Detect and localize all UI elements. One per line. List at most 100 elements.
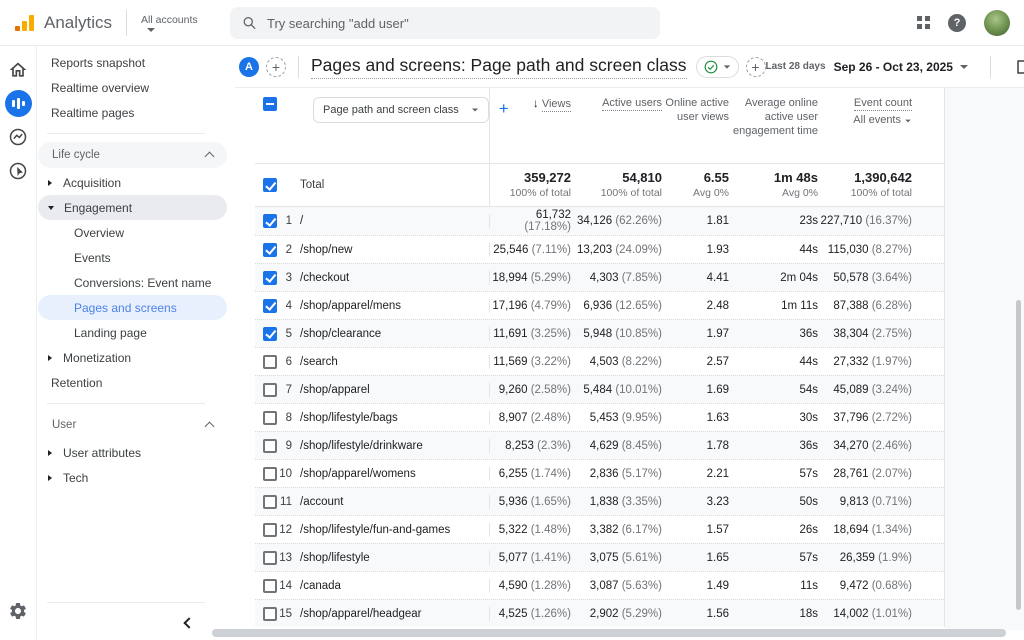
- home-icon[interactable]: [4, 56, 32, 84]
- page-title[interactable]: Pages and screens: Page path and screen …: [311, 55, 687, 79]
- total-active-users: 54,810: [571, 170, 662, 185]
- column-header-views[interactable]: ↓Views: [490, 88, 571, 163]
- column-header-event-count[interactable]: Event count All events: [818, 88, 912, 163]
- row-rank: 7: [277, 384, 292, 396]
- add-report-icon[interactable]: +: [746, 57, 766, 77]
- sidebar-item-reports-snapshot[interactable]: Reports snapshot: [38, 50, 227, 75]
- row-rank: 3: [277, 272, 292, 284]
- total-engagement-sub: Avg 0%: [729, 187, 818, 199]
- row-page-path: /shop/apparel: [300, 384, 370, 396]
- property-avatar[interactable]: A: [239, 57, 259, 77]
- row-checkbox[interactable]: [263, 467, 277, 481]
- row-engagement: 44s: [729, 244, 818, 256]
- sidebar-item-events[interactable]: Events: [38, 245, 227, 270]
- dimension-selector[interactable]: Page path and screen class: [313, 97, 489, 123]
- explore-icon[interactable]: [4, 123, 32, 151]
- row-oauv: 1.63: [662, 412, 729, 424]
- report-status-pill[interactable]: [696, 56, 739, 78]
- row-page-path: /search: [300, 356, 338, 368]
- row-checkbox[interactable]: [263, 299, 277, 313]
- account-switcher[interactable]: All accounts: [141, 14, 198, 32]
- nav-label: Events: [74, 251, 111, 265]
- row-checkbox[interactable]: [263, 551, 277, 565]
- notes-icon[interactable]: [1015, 58, 1024, 76]
- row-rank: 8: [277, 412, 292, 424]
- sidebar-section-lifecycle[interactable]: Life cycle: [38, 142, 227, 168]
- sidebar-item-pages-and-screens[interactable]: Pages and screens: [38, 295, 227, 320]
- apps-grid-icon[interactable]: [917, 16, 930, 29]
- row-page-path: /shop/apparel/headgear: [300, 608, 422, 620]
- chevron-down-icon: [472, 109, 478, 112]
- sidebar-item-landing-page[interactable]: Landing page: [38, 320, 227, 345]
- column-header-online-active-user-views[interactable]: Online active user views: [662, 88, 729, 163]
- nav-label: Overview: [74, 226, 124, 240]
- row-checkbox[interactable]: [263, 579, 277, 593]
- row-oauv: 1.57: [662, 524, 729, 536]
- row-active-users: 5,948 (10.85%): [571, 328, 662, 340]
- row-checkbox[interactable]: [263, 383, 277, 397]
- expand-arrow-icon[interactable]: [48, 180, 52, 186]
- table-row: 13 /shop/lifestyle 5,077 (1.41%) 3,075 (…: [255, 543, 944, 571]
- analytics-logo-icon: [15, 15, 34, 31]
- nav-label: Realtime overview: [51, 81, 149, 95]
- nav-label: Monetization: [63, 351, 131, 365]
- chevron-down-icon: [147, 28, 155, 32]
- sidebar-item-conversions[interactable]: Conversions: Event name: [38, 270, 227, 295]
- row-events: 38,304 (2.75%): [818, 328, 912, 340]
- row-checkbox[interactable]: [263, 411, 277, 425]
- row-checkbox[interactable]: [263, 523, 277, 537]
- row-engagement: 23s: [729, 215, 818, 227]
- column-header-avg-engagement-time[interactable]: Average online active user engagement ti…: [729, 88, 818, 163]
- add-comparison-icon[interactable]: +: [266, 57, 286, 77]
- row-checkbox[interactable]: [263, 327, 277, 341]
- advertising-icon[interactable]: [4, 157, 32, 185]
- sidebar-item-monetization[interactable]: Monetization: [38, 345, 227, 370]
- vertical-scrollbar[interactable]: [1016, 300, 1021, 610]
- row-checkbox[interactable]: [263, 607, 277, 621]
- sidebar-item-user-attributes[interactable]: User attributes: [38, 440, 227, 465]
- date-range-value[interactable]: Sep 26 - Oct 23, 2025: [834, 60, 953, 74]
- table-row: 1 / 61,732 (17.18%) 34,126 (62.26%) 1.81…: [255, 207, 944, 235]
- nav-label: User attributes: [63, 446, 141, 460]
- total-checkbox[interactable]: [263, 178, 277, 192]
- help-icon[interactable]: ?: [948, 14, 966, 32]
- row-views: 17,196 (4.79%): [490, 300, 571, 312]
- ga4-app: Analytics All accounts ?: [0, 0, 1024, 640]
- reports-icon[interactable]: [5, 90, 32, 117]
- search-input[interactable]: [267, 16, 648, 31]
- sidebar-item-engagement[interactable]: Engagement: [38, 195, 227, 220]
- row-views: 5,077 (1.41%): [490, 552, 571, 564]
- collapse-arrow-icon[interactable]: [48, 206, 54, 210]
- nav-label: Engagement: [64, 201, 132, 215]
- sidebar-section-user[interactable]: User: [38, 412, 227, 438]
- avatar[interactable]: [984, 10, 1010, 36]
- row-checkbox[interactable]: [263, 214, 277, 228]
- select-all-checkbox[interactable]: [263, 97, 277, 111]
- search-bar[interactable]: [230, 7, 660, 39]
- row-checkbox[interactable]: [263, 495, 277, 509]
- row-active-users: 1,838 (3.35%): [571, 496, 662, 508]
- column-header-active-users[interactable]: Active users: [571, 88, 662, 163]
- row-checkbox[interactable]: [263, 243, 277, 257]
- event-filter-dropdown[interactable]: All events: [818, 113, 912, 127]
- sidebar-item-acquisition[interactable]: Acquisition: [38, 170, 227, 195]
- expand-arrow-icon[interactable]: [48, 475, 52, 481]
- horizontal-scrollbar[interactable]: [212, 629, 1006, 637]
- sidebar-item-retention[interactable]: Retention: [38, 370, 227, 395]
- chevron-down-icon[interactable]: [960, 65, 968, 69]
- sidebar-item-overview[interactable]: Overview: [38, 220, 227, 245]
- row-checkbox[interactable]: [263, 355, 277, 369]
- sidebar-item-realtime-overview[interactable]: Realtime overview: [38, 75, 227, 100]
- row-checkbox[interactable]: [263, 271, 277, 285]
- table-row: 11 /account 5,936 (1.65%) 1,838 (3.35%) …: [255, 487, 944, 515]
- gear-icon[interactable]: [8, 601, 28, 626]
- row-checkbox[interactable]: [263, 439, 277, 453]
- row-page-path: /canada: [300, 580, 341, 592]
- nav-label: Retention: [51, 376, 102, 390]
- table-total-row: Total 359,272100% of total 54,810100% of…: [255, 163, 944, 207]
- expand-arrow-icon[interactable]: [48, 450, 52, 456]
- expand-arrow-icon[interactable]: [48, 355, 52, 361]
- sidebar-item-realtime-pages[interactable]: Realtime pages: [38, 100, 227, 125]
- row-oauv: 1.78: [662, 440, 729, 452]
- sidebar-item-tech[interactable]: Tech: [38, 465, 227, 490]
